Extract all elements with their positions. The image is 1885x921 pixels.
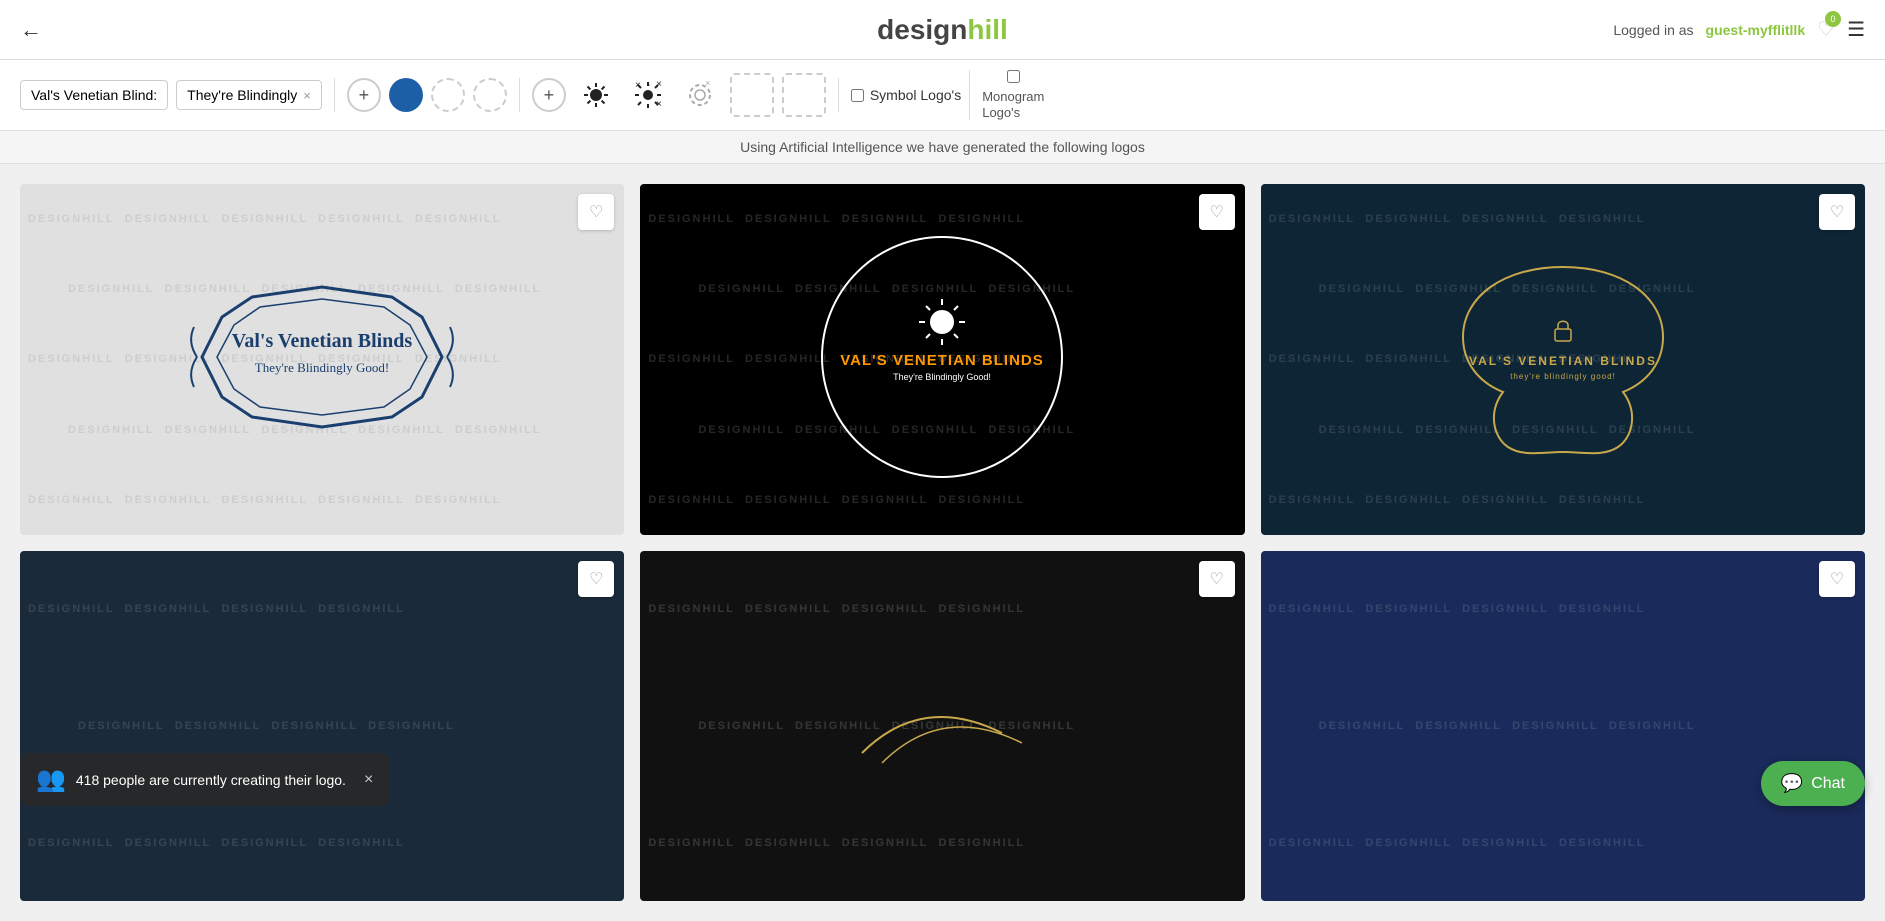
favorites-icon[interactable]: ♡ 0 [1817,17,1835,42]
color-swatch-blue[interactable] [389,78,423,112]
svg-text:×: × [656,99,662,109]
back-button[interactable]: ← [20,17,42,43]
chat-bubble-icon: 💬 [1781,773,1803,794]
logo-card-2[interactable]: DESIGNHILL DESIGNHILL DESIGNHILL DESIGNH… [640,184,1244,535]
username-link[interactable]: guest-myfflitllk [1706,22,1806,38]
watermark-row: DESIGNHILL DESIGNHILL DESIGNHILL DESIGNH… [640,601,1244,617]
watermark-row: DESIGNHILL DESIGNHILL DESIGNHILL DESIGNH… [20,601,624,617]
notification-banner: 👥 418 people are currently creating thei… [20,753,389,806]
svg-text:×: × [635,81,641,91]
svg-text:Val's Venetian Blinds: Val's Venetian Blinds [232,330,413,352]
svg-text:×: × [656,81,662,90]
favorite-button-3[interactable]: ♡ [1819,194,1855,230]
logo-card-6[interactable]: DESIGNHILL DESIGNHILL DESIGNHILL DESIGNH… [1261,551,1865,902]
logo-card-1[interactable]: DESIGNHILL DESIGNHILL DESIGNHILL DESIGNH… [20,184,624,535]
toolbar: Val's Venetian Blind: They're Blindingly… [0,60,1885,131]
add-color-button[interactable]: + [532,78,566,112]
favorite-button-4[interactable]: ♡ [578,561,614,597]
add-tag-button[interactable]: + [347,78,381,112]
color-swatch-empty-2[interactable] [473,78,507,112]
blob-logo-svg: VAL'S VENETIAN BLINDS they're blindingly… [1423,217,1703,497]
watermark-row: DESIGNHILL DESIGNHILL DESIGNHILL DESIGNH… [70,718,624,734]
symbol-ring[interactable]: × [678,73,722,117]
svg-text:VAL'S VENETIAN BLINDS: VAL'S VENETIAN BLINDS [1469,354,1657,368]
site-logo: designhill [877,14,1008,46]
chat-button[interactable]: 💬 Chat [1761,761,1865,806]
favorite-button-5[interactable]: ♡ [1199,561,1235,597]
tag-label: They're Blindingly [187,87,297,103]
svg-text:VAL'S VENETIAN BLINDS: VAL'S VENETIAN BLINDS [841,352,1044,369]
favorite-button-1[interactable]: ♡ [578,194,614,230]
symbol-starburst[interactable]: × × × [626,73,670,117]
svg-text:×: × [705,81,710,88]
logo-card-3[interactable]: DESIGNHILL DESIGNHILL DESIGNHILL DESIGNH… [1261,184,1865,535]
tag-remove-icon[interactable]: × [303,88,311,103]
toolbar-divider-3 [838,78,839,112]
toolbar-divider-2 [519,78,520,112]
favorite-button-2[interactable]: ♡ [1199,194,1235,230]
monogram-logo-checkbox[interactable] [1007,70,1020,83]
favorite-button-6[interactable]: ♡ [1819,561,1855,597]
tag-blindingly[interactable]: They're Blindingly × [176,80,322,110]
logged-in-prefix: Logged in as [1613,22,1693,38]
svg-text:They're Blindingly Good!: They're Blindingly Good! [894,372,992,382]
toolbar-divider-1 [334,78,335,112]
logo-card-5[interactable]: DESIGNHILL DESIGNHILL DESIGNHILL DESIGNH… [640,551,1244,902]
watermark-row: DESIGNHILL DESIGNHILL DESIGNHILL DESIGNH… [20,835,624,851]
partial-logo-svg-5 [842,673,1042,773]
color-swatch-empty-1[interactable] [431,78,465,112]
watermark-row: DESIGNHILL DESIGNHILL DESIGNHILL DESIGNH… [20,211,624,227]
logo-grid: DESIGNHILL DESIGNHILL DESIGNHILL DESIGNH… [0,164,1885,921]
header-right: Logged in as guest-myfflitllk ♡ 0 ☰ [1613,17,1865,42]
favorites-count: 0 [1825,11,1841,27]
menu-icon[interactable]: ☰ [1847,17,1865,42]
watermark-row: DESIGNHILL DESIGNHILL DESIGNHILL DESIGNH… [640,835,1244,851]
frame-logo-svg: Val's Venetian Blinds They're Blindingly… [172,257,472,457]
notification-text: 418 people are currently creating their … [76,772,346,788]
sub-header-text: Using Artificial Intelligence we have ge… [740,139,1145,155]
notification-icon: 👥 [36,765,66,794]
watermark-row: DESIGNHILL DESIGNHILL DESIGNHILL DESIGNH… [1311,718,1865,734]
svg-text:they're blindingly good!: they're blindingly good! [1510,372,1616,381]
logo-card-4[interactable]: DESIGNHILL DESIGNHILL DESIGNHILL DESIGNH… [20,551,624,902]
monogram-logo-label: MonogramLogo's [982,89,1044,120]
symbol-sun-filled[interactable] [574,73,618,117]
symbol-empty-2[interactable] [782,73,826,117]
chat-label: Chat [1811,775,1845,793]
sub-header: Using Artificial Intelligence we have ge… [0,131,1885,164]
watermark-row: DESIGNHILL DESIGNHILL DESIGNHILL DESIGNH… [1261,835,1865,851]
tag-label: Val's Venetian Blind: [31,87,157,103]
notification-close-button[interactable]: × [364,771,373,789]
tag-val-venetian[interactable]: Val's Venetian Blind: [20,80,168,110]
symbol-logo-label: Symbol Logo's [870,87,961,103]
watermark-row: DESIGNHILL DESIGNHILL DESIGNHILL DESIGNH… [1261,601,1865,617]
symbol-empty-1[interactable] [730,73,774,117]
svg-text:They're Blindingly Good!: They're Blindingly Good! [255,360,390,375]
symbol-logo-checkbox-label[interactable]: Symbol Logo's [851,87,961,103]
header: ← designhill Logged in as guest-myfflitl… [0,0,1885,60]
symbol-logo-checkbox[interactable] [851,89,864,102]
watermark-row: DESIGNHILL DESIGNHILL DESIGNHILL DESIGNH… [20,492,624,508]
monogram-logo-checkbox-label[interactable]: MonogramLogo's [969,70,1044,120]
circle-logo-svg: VAL'S VENETIAN BLINDS They're Blindingly… [802,217,1082,497]
